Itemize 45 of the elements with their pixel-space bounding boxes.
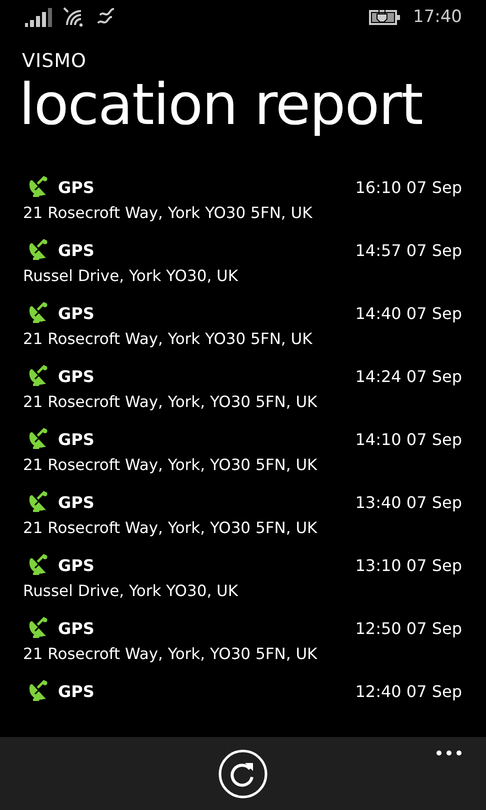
source-label: GPS xyxy=(58,556,94,574)
report-time: 14:24 07 Sep xyxy=(355,366,462,386)
address-text: 21 Rosecroft Way, York, YO30 5FN, UK xyxy=(23,518,318,539)
address-text: Russel Drive, York YO30, UK xyxy=(23,266,238,287)
satellite-dish-icon xyxy=(27,176,49,198)
satellite-dish-icon xyxy=(27,428,49,450)
address-text: 21 Rosecroft Way, York, YO30 5FN, UK xyxy=(23,644,318,665)
report-time: 14:10 07 Sep xyxy=(355,430,462,448)
source-label: GPS xyxy=(58,304,94,322)
satellite-dish-icon xyxy=(27,680,49,702)
satellite-dish-icon xyxy=(27,302,49,324)
source-label: GPS xyxy=(58,682,94,700)
report-time: 12:50 07 Sep xyxy=(355,618,462,638)
status-time: 17:40 xyxy=(413,7,462,27)
battery-charging-icon xyxy=(369,8,401,26)
satellite-dish-icon xyxy=(27,365,49,387)
refresh-icon xyxy=(218,748,268,798)
report-time: 14:57 07 Sep xyxy=(355,240,462,260)
source-label: GPS xyxy=(58,178,94,196)
page-title: location report xyxy=(19,71,422,140)
address-text: 21 Rosecroft Way, York, YO30 5FN, UK xyxy=(23,455,318,476)
wifi-icon xyxy=(63,7,85,27)
more-button[interactable] xyxy=(436,750,462,756)
satellite-dish-icon xyxy=(27,617,49,639)
app-name: VISMO xyxy=(22,50,87,72)
source-label: GPS xyxy=(58,366,94,386)
report-time: 13:40 07 Sep xyxy=(355,492,462,512)
satellite-dish-icon xyxy=(27,554,49,576)
address-text: Russel Drive, York YO30, UK xyxy=(23,581,238,602)
refresh-button[interactable] xyxy=(218,748,268,798)
signal-icon xyxy=(25,7,53,27)
report-time: 13:10 07 Sep xyxy=(355,556,462,574)
report-time: 14:40 07 Sep xyxy=(355,304,462,322)
address-text: 21 Rosecroft Way, York YO30 5FN, UK xyxy=(23,203,312,224)
more-icon xyxy=(436,750,462,756)
source-label: GPS xyxy=(58,240,94,260)
source-label: GPS xyxy=(58,430,94,448)
report-time: 16:10 07 Sep xyxy=(355,178,462,196)
source-label: GPS xyxy=(58,492,94,512)
satellite-dish-icon xyxy=(27,239,49,261)
report-time: 12:40 07 Sep xyxy=(355,682,462,700)
source-label: GPS xyxy=(58,618,94,638)
address-text: 21 Rosecroft Way, York, YO30 5FN, UK xyxy=(23,392,318,413)
satellite-dish-icon xyxy=(27,491,49,513)
address-text: 21 Rosecroft Way, York YO30 5FN, UK xyxy=(23,329,312,350)
